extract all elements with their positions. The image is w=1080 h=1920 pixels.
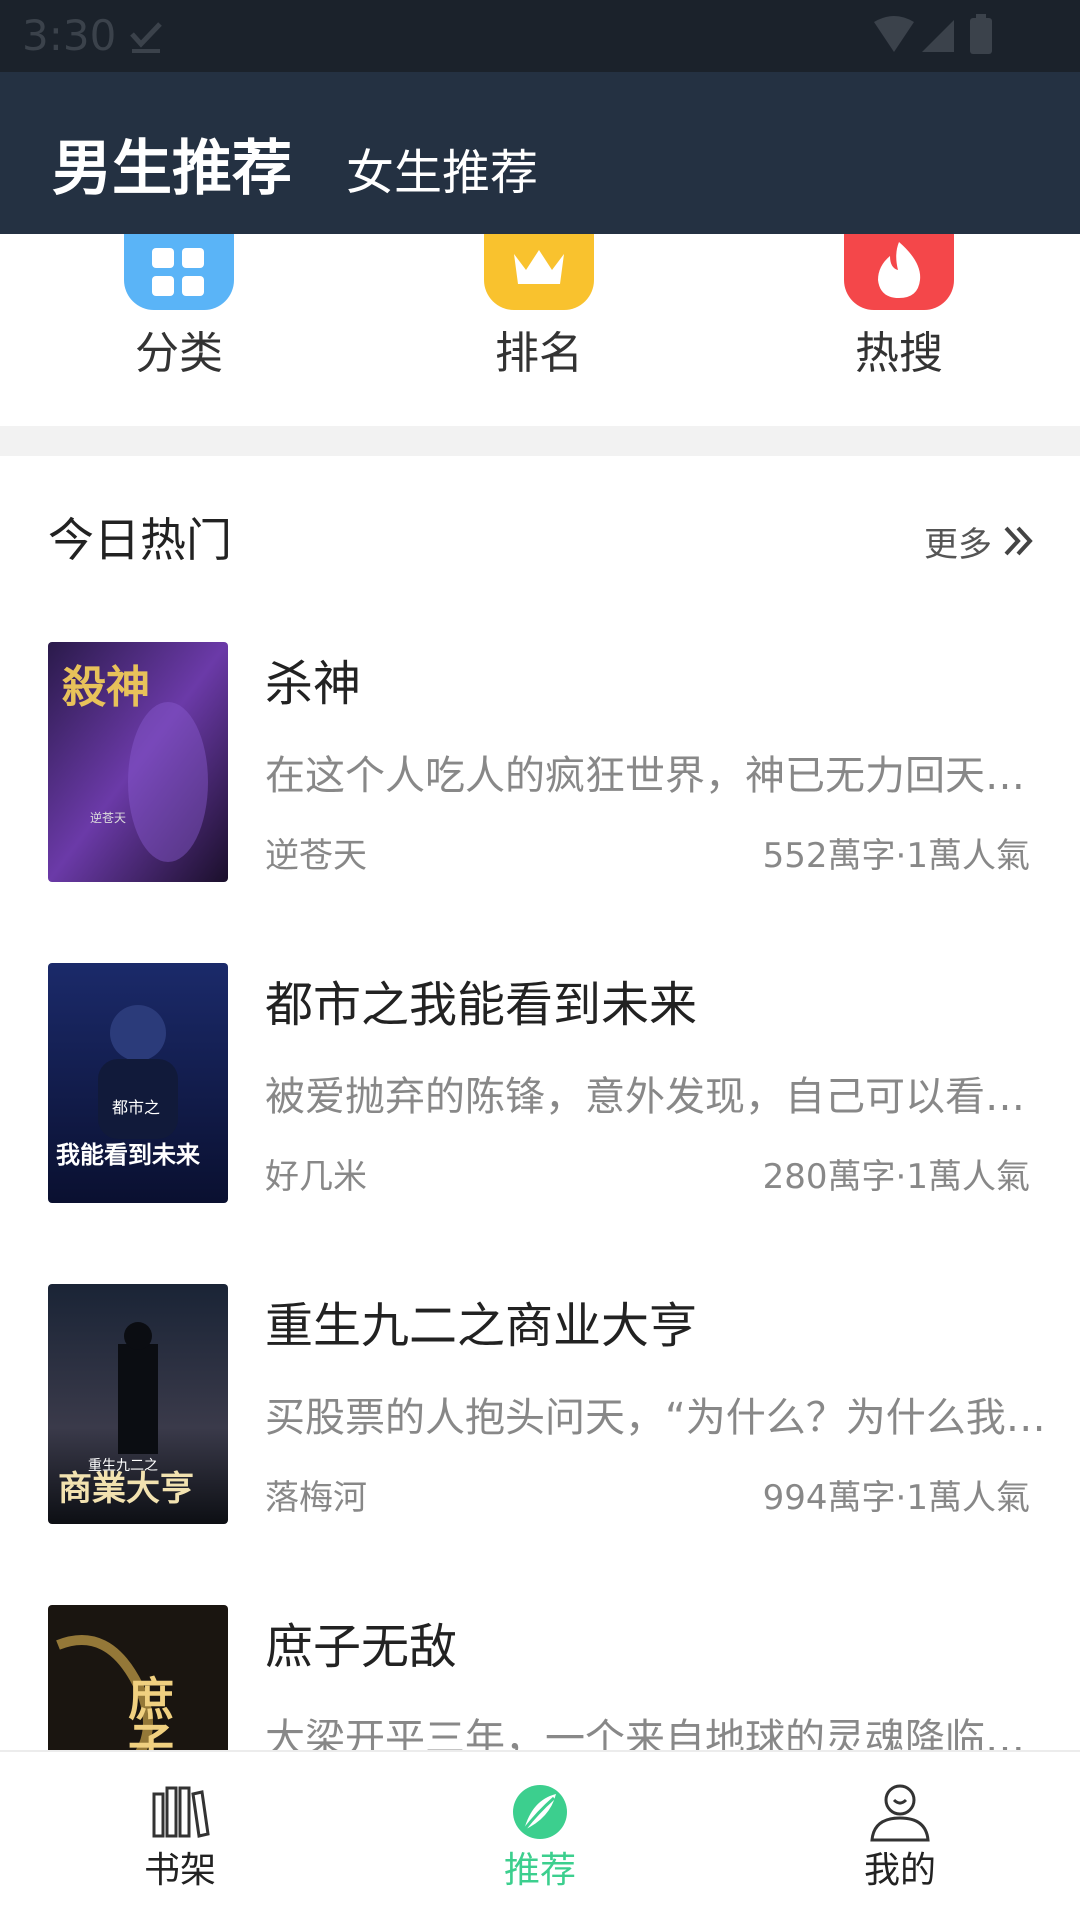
tab-male-recommend[interactable]: 男生推荐 bbox=[52, 134, 292, 204]
book-author: 好几米 bbox=[265, 1157, 367, 1197]
nav-label: 书架 bbox=[143, 1850, 216, 1891]
book-stats: 280萬字·1萬人氣 bbox=[762, 1157, 1030, 1197]
book-title: 重生九二之商业大亨 bbox=[265, 1298, 698, 1354]
book-cover: 殺神 逆苍天 bbox=[48, 642, 228, 882]
book-cover: 都市之 我能看到未来 bbox=[48, 963, 228, 1203]
book-title: 庶子无敌 bbox=[265, 1619, 458, 1675]
status-indicators-icon bbox=[874, 14, 992, 54]
status-bar: 3:30 bbox=[0, 0, 1080, 72]
book-title: 都市之我能看到未来 bbox=[265, 977, 698, 1033]
nav-recommend[interactable]: 推荐 bbox=[440, 1752, 640, 1920]
book-stats: 552萬字·1萬人氣 bbox=[762, 836, 1030, 876]
more-button[interactable]: 更多 bbox=[924, 516, 1036, 566]
recommend-icon bbox=[513, 1785, 567, 1839]
book-description: 买股票的人抱头问天，“为什么？为什么我… bbox=[265, 1395, 1046, 1441]
bookshelf-icon bbox=[152, 1786, 210, 1838]
quick-nav-label: 热搜 bbox=[855, 328, 943, 379]
quick-nav-ranking[interactable]: 排名 bbox=[439, 234, 639, 424]
book-description: 在这个人吃人的疯狂世界，神已无力回天… bbox=[265, 753, 1025, 799]
book-item[interactable]: 都市之 我能看到未来 都市之我能看到未来 被爱抛弃的陈锋，意外发现，自己可以看…… bbox=[0, 963, 1080, 1203]
quick-nav-label: 排名 bbox=[495, 328, 583, 379]
svg-text:我能看到未来: 我能看到未来 bbox=[56, 1141, 201, 1169]
top-header: 男生推荐 女生推荐 bbox=[0, 72, 1080, 234]
nav-bookshelf[interactable]: 书架 bbox=[80, 1752, 280, 1920]
quick-nav-category[interactable]: 分类 bbox=[79, 234, 279, 424]
bottom-navigation: 书架 推荐 我的 bbox=[0, 1750, 1080, 1920]
book-item[interactable]: 殺神 逆苍天 杀神 在这个人吃人的疯狂世界，神已无力回天… 逆苍天 552萬字·… bbox=[0, 642, 1080, 882]
book-author: 落梅河 bbox=[265, 1478, 367, 1518]
double-chevron-right-icon bbox=[1004, 526, 1033, 556]
crown-icon bbox=[484, 234, 594, 310]
more-label: 更多 bbox=[924, 524, 992, 565]
nav-label: 我的 bbox=[863, 1850, 936, 1891]
svg-text:都市之: 都市之 bbox=[112, 1098, 160, 1117]
book-item[interactable]: 重生九二之 商業大亨 重生九二之商业大亨 买股票的人抱头问天，“为什么？为什么我… bbox=[0, 1284, 1080, 1524]
nav-label: 推荐 bbox=[503, 1850, 576, 1891]
svg-text:商業大亨: 商業大亨 bbox=[58, 1469, 194, 1509]
nav-profile[interactable]: 我的 bbox=[800, 1752, 1000, 1920]
section-title: 今日热门 bbox=[48, 513, 232, 567]
category-icon bbox=[124, 234, 234, 310]
quick-nav-label: 分类 bbox=[135, 328, 223, 379]
book-author: 逆苍天 bbox=[265, 836, 367, 876]
profile-icon bbox=[870, 1784, 930, 1842]
quick-nav: 分类 排名 热搜 bbox=[0, 234, 1080, 426]
book-cover: 重生九二之 商業大亨 bbox=[48, 1284, 228, 1524]
section-divider bbox=[0, 426, 1080, 456]
book-description: 被爱抛弃的陈锋，意外发现，自己可以看… bbox=[265, 1074, 1025, 1120]
flame-icon bbox=[844, 234, 954, 310]
book-stats: 994萬字·1萬人氣 bbox=[762, 1478, 1030, 1518]
status-time: 3:30 bbox=[22, 11, 117, 60]
tab-female-recommend[interactable]: 女生推荐 bbox=[346, 144, 538, 202]
svg-text:殺神: 殺神 bbox=[62, 662, 150, 713]
download-done-icon bbox=[130, 22, 162, 53]
quick-nav-hot-search[interactable]: 热搜 bbox=[799, 234, 999, 424]
svg-text:逆苍天: 逆苍天 bbox=[90, 810, 126, 825]
book-title: 杀神 bbox=[265, 656, 362, 712]
